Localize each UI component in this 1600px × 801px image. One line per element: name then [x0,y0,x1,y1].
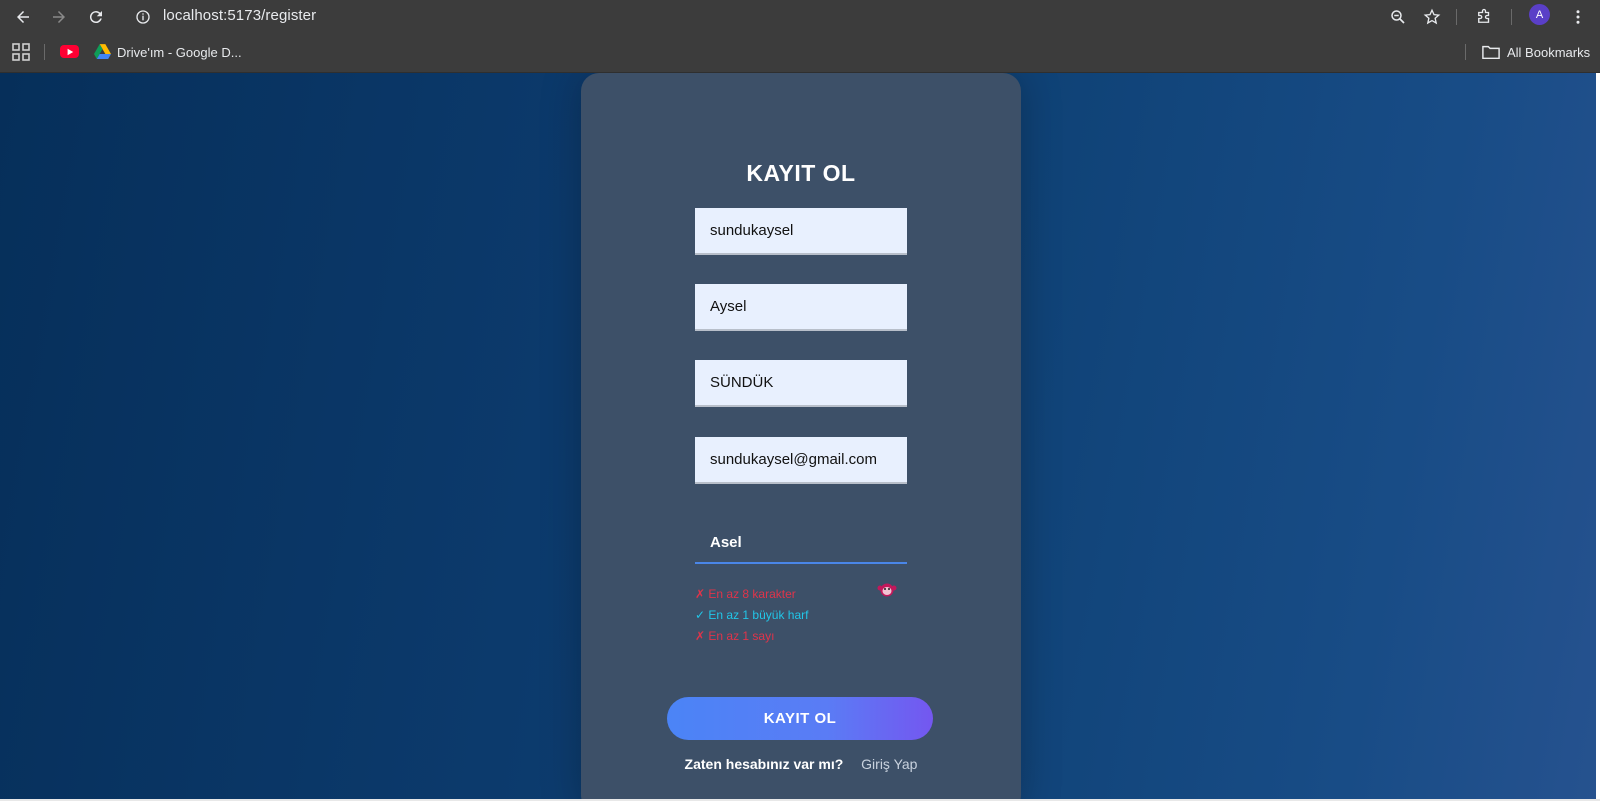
page-title: KAYIT OL [746,160,856,186]
profile-avatar[interactable]: A [1529,4,1550,25]
play-icon [67,48,73,55]
browser-toolbar: localhost:5173/register A [0,0,1600,34]
password-rule-number: ✗ En az 1 sayı [695,629,775,643]
password-rule-uppercase: ✓ En az 1 büyük harf [695,608,809,622]
email-input[interactable] [695,437,907,484]
address-bar[interactable]: localhost:5173/register [163,7,316,24]
password-rule-length: ✗ En az 8 karakter [695,587,796,601]
username-input[interactable] [695,208,907,255]
reload-button[interactable] [84,5,108,29]
info-icon [136,10,150,24]
apps-grid-icon[interactable] [12,43,30,61]
star-icon [1423,8,1441,25]
login-prompt-question: Zaten hesabınız var mı? [684,756,844,772]
reload-icon [89,11,102,24]
login-link[interactable]: Giriş Yap [861,756,917,772]
last-name-input[interactable] [695,360,907,407]
zoom-button[interactable] [1385,4,1411,30]
arrow-right-icon [53,11,65,23]
first-name-input[interactable] [695,284,907,331]
puzzle-icon [1478,8,1490,23]
site-info-button[interactable] [132,6,154,28]
menu-button[interactable] [1565,4,1591,30]
folder-icon [1482,45,1500,60]
bookmarks-divider [44,44,45,60]
back-button[interactable] [11,5,35,29]
all-bookmarks-button[interactable]: All Bookmarks [1507,45,1590,60]
register-submit-button[interactable]: KAYIT OL [667,697,933,740]
toolbar-divider [1511,9,1512,25]
more-vertical-icon [1576,10,1580,24]
arrow-left-icon [17,11,29,23]
google-drive-icon[interactable] [94,44,111,59]
forward-button[interactable] [47,5,71,29]
bookmark-drive-label[interactable]: Drive'ım - Google D... [117,45,242,60]
password-input[interactable] [695,523,907,564]
bookmark-star-button[interactable] [1419,4,1445,30]
register-card: KAYIT OL ✗ En az 8 karakter ✓ En az 1 bü… [581,73,1021,799]
toolbar-divider [1456,9,1457,25]
zoom-out-icon [1391,10,1405,24]
youtube-icon[interactable] [60,45,79,58]
extensions-button[interactable] [1471,4,1497,30]
bookmarks-divider [1465,44,1466,60]
register-page: KAYIT OL ✗ En az 8 karakter ✓ En az 1 bü… [0,73,1600,799]
monkey-eye-icon[interactable] [876,581,898,597]
login-prompt: Zaten hesabınız var mı? Giriş Yap [581,756,1021,772]
page-right-edge [1596,73,1600,799]
